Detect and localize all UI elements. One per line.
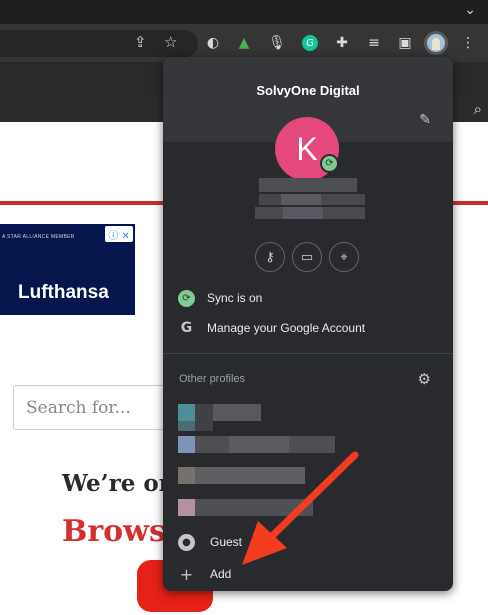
- guest-person-icon: ●: [178, 533, 195, 551]
- manage-account-label: Manage your Google Account: [207, 321, 366, 335]
- menu-divider: [163, 353, 453, 354]
- search-placeholder: Search for...: [26, 398, 131, 418]
- location-pin-icon: ⌖: [340, 249, 348, 265]
- other-profiles-heading: Other profiles: [179, 373, 246, 385]
- sync-label: Sync is on: [207, 291, 263, 305]
- sync-badge-icon: ⟳: [320, 154, 339, 173]
- address-bar[interactable]: ⇪ ☆: [0, 30, 198, 57]
- google-icon: G: [180, 320, 193, 336]
- extension-logo-icon[interactable]: ◐: [201, 31, 225, 55]
- adchoices-icon[interactable]: ⓘ ✕: [105, 226, 133, 242]
- payment-methods-button[interactable]: ▭: [292, 242, 322, 272]
- key-icon: ⚷: [265, 249, 275, 265]
- side-panel-icon[interactable]: ▣: [393, 31, 417, 55]
- lufthansa-ad[interactable]: A STAR ALLIANCE MEMBER ⓘ ✕ Lufthansa: [0, 224, 135, 315]
- search-icon[interactable]: ⌕: [474, 100, 482, 118]
- puzzle-icon[interactable]: ✚: [330, 31, 354, 55]
- edit-pencil-icon[interactable]: ✎: [419, 112, 431, 128]
- chevron-down-icon[interactable]: ⌄: [464, 2, 476, 18]
- ad-brand: Lufthansa: [18, 282, 109, 303]
- guest-label: Guest: [210, 535, 243, 549]
- more-menu-icon[interactable]: ⋮: [456, 31, 480, 55]
- sync-status-item[interactable]: ⟳ Sync is on: [163, 284, 453, 312]
- star-icon[interactable]: ☆: [164, 33, 177, 51]
- site-search-input[interactable]: Search for...: [13, 385, 188, 430]
- profile-menu: SolvyOne Digital ✎ K ⟳ ⚷ ▭ ⌖ ⟳ Sync is o…: [163, 57, 453, 591]
- gear-icon[interactable]: ⚙: [418, 370, 431, 388]
- passwords-button[interactable]: ⚷: [255, 242, 285, 272]
- page-subheading: Brows: [62, 514, 166, 549]
- manage-google-account-item[interactable]: G Manage your Google Account: [163, 314, 453, 342]
- add-label: Add: [210, 567, 232, 581]
- credit-card-icon: ▭: [300, 249, 314, 265]
- profile-name: SolvyOne Digital: [256, 83, 360, 98]
- page-heading: We’re or: [62, 470, 171, 497]
- plus-icon: +: [179, 564, 194, 584]
- profile-avatar-icon: [427, 34, 445, 52]
- guest-profile-item[interactable]: ● Guest: [163, 528, 453, 556]
- extension-chart-icon[interactable]: ▲: [232, 31, 256, 55]
- sync-icon: ⟳: [178, 289, 195, 307]
- profile-avatar-button[interactable]: [424, 31, 448, 55]
- ad-tagline: A STAR ALLIANCE MEMBER: [2, 234, 75, 240]
- microphone-icon[interactable]: 🎙: [265, 31, 289, 55]
- addresses-button[interactable]: ⌖: [329, 242, 359, 272]
- media-queue-icon[interactable]: ≡: [362, 31, 386, 55]
- grammarly-icon[interactable]: G: [298, 31, 322, 55]
- tab-strip: ⌄: [0, 0, 488, 24]
- add-profile-item[interactable]: + Add: [163, 560, 453, 588]
- share-icon[interactable]: ⇪: [134, 33, 147, 51]
